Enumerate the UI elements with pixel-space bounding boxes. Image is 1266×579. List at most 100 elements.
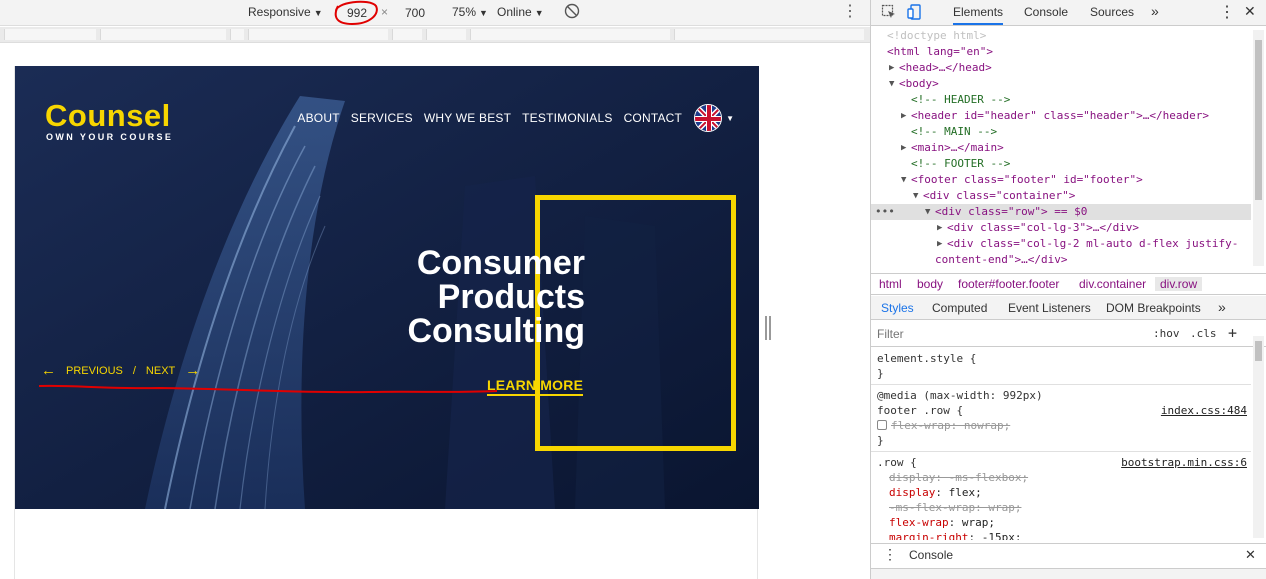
rotate-icon[interactable] [564, 3, 580, 22]
drawer-tab-console[interactable]: Console [909, 548, 953, 562]
device-mode-label: Responsive [248, 5, 311, 19]
site-logo[interactable]: Counsel [45, 100, 171, 132]
tab-dom-breakpoints[interactable]: DOM Breakpoints [1106, 301, 1201, 315]
slider-prev[interactable]: PREVIOUS [66, 365, 123, 377]
hero-section: Counsel OWN YOUR COURSE ABOUT SERVICES W… [15, 66, 759, 509]
zoom-label: 75% [452, 5, 477, 19]
dom-node[interactable]: content-end">…</div> [871, 252, 1251, 267]
network-label: Online [497, 5, 532, 19]
dom-node[interactable]: <!-- FOOTER --> [871, 156, 1251, 172]
tab-elements[interactable]: Elements [953, 5, 1004, 25]
tab-sources[interactable]: Sources [1090, 5, 1134, 19]
console-drawer-header: ⋮ Console ✕ [871, 543, 1266, 567]
dom-scrollbar[interactable] [1253, 30, 1264, 266]
headline-line-1: Consumer [416, 244, 585, 282]
add-rule-button[interactable]: + [1228, 324, 1237, 342]
dom-node-selected[interactable]: ••• ▼ <div class="row"> == $0 [871, 204, 1251, 220]
crumb-container[interactable]: div.container [1079, 277, 1146, 291]
device-toggle-icon[interactable] [907, 4, 923, 20]
dom-node[interactable]: ▶ <main>…</main> [871, 140, 1251, 156]
red-annotation-circle [334, 0, 378, 26]
overridden-declaration[interactable]: flex-wrap: nowrap; [891, 419, 1010, 432]
dom-node[interactable]: <html lang="en"> [871, 44, 1251, 60]
tab-event-listeners[interactable]: Event Listeners [1008, 301, 1091, 315]
close-drawer-icon[interactable]: ✕ [1245, 547, 1256, 563]
collapse-triangle-icon[interactable]: ▼ [889, 76, 894, 92]
more-tabs-icon[interactable]: » [1151, 3, 1159, 19]
inspect-element-icon[interactable] [881, 4, 897, 20]
more-options-icon[interactable]: ⋮ [842, 3, 858, 21]
source-link-index[interactable]: index.css:484 [1161, 403, 1247, 418]
property-checkbox[interactable] [877, 420, 887, 430]
height-input[interactable] [398, 4, 432, 22]
expand-triangle-icon[interactable]: ▶ [901, 108, 906, 124]
dom-node[interactable]: <!-- MAIN --> [871, 124, 1251, 140]
styles-pane: element.style { } @media (max-width: 992… [871, 348, 1251, 540]
close-icon[interactable]: ✕ [1244, 3, 1256, 20]
styles-filter-input[interactable] [877, 325, 1139, 343]
nav-contact[interactable]: CONTACT [624, 111, 683, 125]
tab-console[interactable]: Console [1024, 5, 1068, 19]
dom-node[interactable]: ▼ <body> [871, 76, 1251, 92]
crumb-html[interactable]: html [879, 277, 902, 291]
overridden-declaration[interactable]: display: -ms-flexbox; [877, 470, 1245, 485]
device-mode-select[interactable]: Responsive ▼ [248, 5, 323, 19]
declaration[interactable]: flex-wrap: wrap; [877, 515, 1245, 530]
zoom-select[interactable]: 75% ▼ [452, 5, 488, 19]
nav-testimonials[interactable]: TESTIMONIALS [522, 111, 612, 125]
slider-next[interactable]: NEXT [146, 365, 175, 377]
arrow-right-icon[interactable]: → [185, 362, 200, 379]
collapse-triangle-icon[interactable]: ▼ [901, 172, 906, 188]
devtools-menu-icon[interactable]: ⋮ [1219, 2, 1235, 22]
source-link-bootstrap[interactable]: bootstrap.min.css:6 [1121, 455, 1247, 470]
hov-toggle[interactable]: :hov [1153, 327, 1180, 340]
collapse-triangle-icon[interactable]: ▼ [925, 204, 930, 220]
crumb-footer[interactable]: footer#footer.footer [958, 277, 1059, 291]
dom-node[interactable]: ▼ <div class="container"> [871, 188, 1251, 204]
dom-node[interactable]: ▶ <div class="col-lg-3">…</div> [871, 220, 1251, 236]
media-query-bar[interactable] [0, 27, 870, 43]
language-caret-icon[interactable]: ▼ [726, 114, 734, 123]
crumb-body[interactable]: body [917, 277, 943, 291]
collapse-triangle-icon[interactable]: ▼ [913, 188, 918, 204]
nav-why-we-best[interactable]: WHY WE BEST [424, 111, 511, 125]
style-rule-media[interactable]: @media (max-width: 992px) footer .row {i… [871, 385, 1251, 452]
drawer-menu-icon[interactable]: ⋮ [883, 546, 897, 563]
dom-node[interactable]: <!-- HEADER --> [871, 92, 1251, 108]
style-rule-row[interactable]: .row {bootstrap.min.css:6 display: -ms-f… [871, 452, 1251, 540]
expand-triangle-icon[interactable]: ▶ [901, 140, 906, 156]
overridden-declaration[interactable]: -ms-flex-wrap: wrap; [877, 500, 1245, 515]
chevron-down-icon: ▼ [534, 8, 544, 18]
dom-node[interactable]: ▶ <div class="col-lg-2 ml-auto d-flex jus… [871, 236, 1251, 252]
tab-styles[interactable]: Styles [881, 301, 914, 315]
crumb-row[interactable]: div.row [1155, 277, 1203, 291]
dom-node[interactable]: ▶ <header id="header" class="header">…</h… [871, 108, 1251, 124]
expand-triangle-icon[interactable]: ▶ [937, 236, 942, 252]
headline-line-3: Consulting [407, 312, 585, 350]
declaration[interactable]: margin-right: -15px; [877, 530, 1245, 540]
expand-triangle-icon[interactable]: ▶ [889, 60, 894, 76]
dom-node[interactable]: ▶ <head>…</head> [871, 60, 1251, 76]
devtools-panel: Elements Console Sources » ⋮ ✕ <!doctype… [870, 0, 1266, 579]
style-rule-element[interactable]: element.style { } [871, 348, 1251, 385]
more-subtabs-icon[interactable]: » [1218, 299, 1226, 315]
arrow-left-icon[interactable]: ← [41, 362, 56, 379]
tab-computed[interactable]: Computed [932, 301, 987, 315]
cls-toggle[interactable]: .cls [1190, 327, 1217, 340]
dom-tree[interactable]: <!doctype html> <html lang="en"> ▶ <head>… [871, 27, 1251, 267]
declaration[interactable]: display: flex; [877, 485, 1245, 500]
device-viewport-area: Responsive▼ × 75%▼ Online▼ ⋮ [0, 0, 870, 579]
dom-node[interactable]: <!doctype html> [871, 28, 1251, 44]
slider-nav: ← PREVIOUS / NEXT → [41, 362, 200, 379]
nav-services[interactable]: SERVICES [351, 111, 413, 125]
styles-scrollbar[interactable] [1253, 336, 1264, 538]
nav-about[interactable]: ABOUT [297, 111, 339, 125]
learn-more-link[interactable]: LEARN MORE [487, 377, 584, 396]
network-select[interactable]: Online ▼ [497, 5, 544, 19]
resize-handle[interactable] [765, 316, 771, 340]
red-annotation-line [39, 384, 498, 394]
uk-flag-icon[interactable] [694, 104, 723, 132]
styles-filter-bar: :hov .cls + [871, 321, 1266, 347]
expand-triangle-icon[interactable]: ▶ [937, 220, 942, 236]
dom-node[interactable]: ▼ <footer class="footer" id="footer"> [871, 172, 1251, 188]
